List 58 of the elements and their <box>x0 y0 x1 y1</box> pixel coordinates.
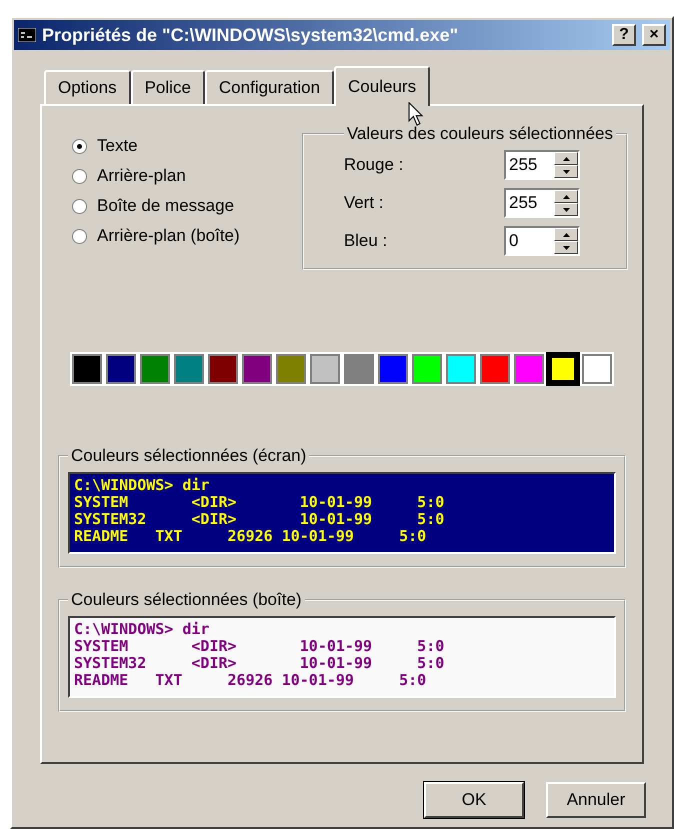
spin-field[interactable]: 255 <box>504 150 580 180</box>
color-swatch[interactable] <box>378 354 408 384</box>
color-swatch[interactable] <box>548 354 578 384</box>
spin-field[interactable]: 0 <box>504 226 580 256</box>
dialog-button[interactable]: OK <box>424 782 524 818</box>
radio-icon[interactable] <box>72 168 87 184</box>
close-button[interactable]: × <box>642 24 666 46</box>
tab[interactable]: Police <box>130 70 205 104</box>
color-swatch[interactable] <box>344 354 374 384</box>
color-swatch[interactable] <box>106 354 136 384</box>
color-swatch[interactable] <box>480 354 510 384</box>
up-arrow-icon[interactable] <box>562 194 570 198</box>
window-title: Propriétés de "C:\WINDOWS\system32\cmd.exe" <box>42 24 460 46</box>
group-title: Couleurs sélectionnées (écran) <box>70 446 308 466</box>
up-arrow-icon[interactable] <box>562 156 570 160</box>
down-arrow-icon[interactable] <box>562 246 570 250</box>
group-title: Couleurs sélectionnées (boîte) <box>70 590 303 610</box>
console-line: SYSTEM <DIR> 10-01-99 5:0 <box>74 638 446 655</box>
color-swatch[interactable] <box>582 354 612 384</box>
down-arrow-icon[interactable] <box>562 170 570 174</box>
console-line: README TXT 26926 10-01-99 5:0 <box>74 528 428 545</box>
color-swatch[interactable] <box>242 354 272 384</box>
color-swatch[interactable] <box>174 354 204 384</box>
color-swatch[interactable] <box>412 354 442 384</box>
console-line: SYSTEM32 <DIR> 10-01-99 5:0 <box>74 511 446 528</box>
color-swatch[interactable] <box>514 354 544 384</box>
console-line: README TXT 26926 10-01-99 5:0 <box>74 672 428 689</box>
radio-icon[interactable] <box>72 228 87 244</box>
down-arrow-icon[interactable] <box>562 208 570 212</box>
help-button[interactable]: ? <box>612 24 636 46</box>
console-line: C:\WINDOWS> dir <box>74 477 210 494</box>
field-label: Bleu : <box>344 231 388 251</box>
field-label: Vert : <box>344 193 384 213</box>
color-swatch[interactable] <box>140 354 170 384</box>
group-title: Valeurs des couleurs sélectionnées <box>346 124 614 144</box>
tab[interactable]: Configuration <box>204 70 334 104</box>
color-swatch[interactable] <box>208 354 238 384</box>
field-label: Rouge : <box>344 155 404 175</box>
color-swatch[interactable] <box>276 354 306 384</box>
radio-option[interactable]: Arrière-plan (boîte) <box>72 226 240 246</box>
mouse-pointer-icon <box>408 102 426 128</box>
dialog-button[interactable]: Annuler <box>546 782 646 818</box>
radio-option[interactable]: Boîte de message <box>72 196 240 216</box>
color-swatch[interactable] <box>310 354 340 384</box>
tab[interactable]: Couleurs <box>334 66 430 106</box>
up-arrow-icon[interactable] <box>562 232 570 236</box>
console-line: SYSTEM32 <DIR> 10-01-99 5:0 <box>74 655 446 672</box>
console-icon <box>18 28 36 42</box>
color-swatch[interactable] <box>446 354 476 384</box>
radio-option[interactable]: Texte <box>72 136 240 156</box>
radio-icon[interactable] <box>72 198 87 214</box>
console-line: C:\WINDOWS> dir <box>74 621 210 638</box>
radio-icon[interactable] <box>72 138 87 154</box>
console-line: SYSTEM <DIR> 10-01-99 5:0 <box>74 494 446 511</box>
spin-field[interactable]: 255 <box>504 188 580 218</box>
tab[interactable]: Options <box>44 70 131 104</box>
radio-option[interactable]: Arrière-plan <box>72 166 240 186</box>
color-swatch[interactable] <box>72 354 102 384</box>
